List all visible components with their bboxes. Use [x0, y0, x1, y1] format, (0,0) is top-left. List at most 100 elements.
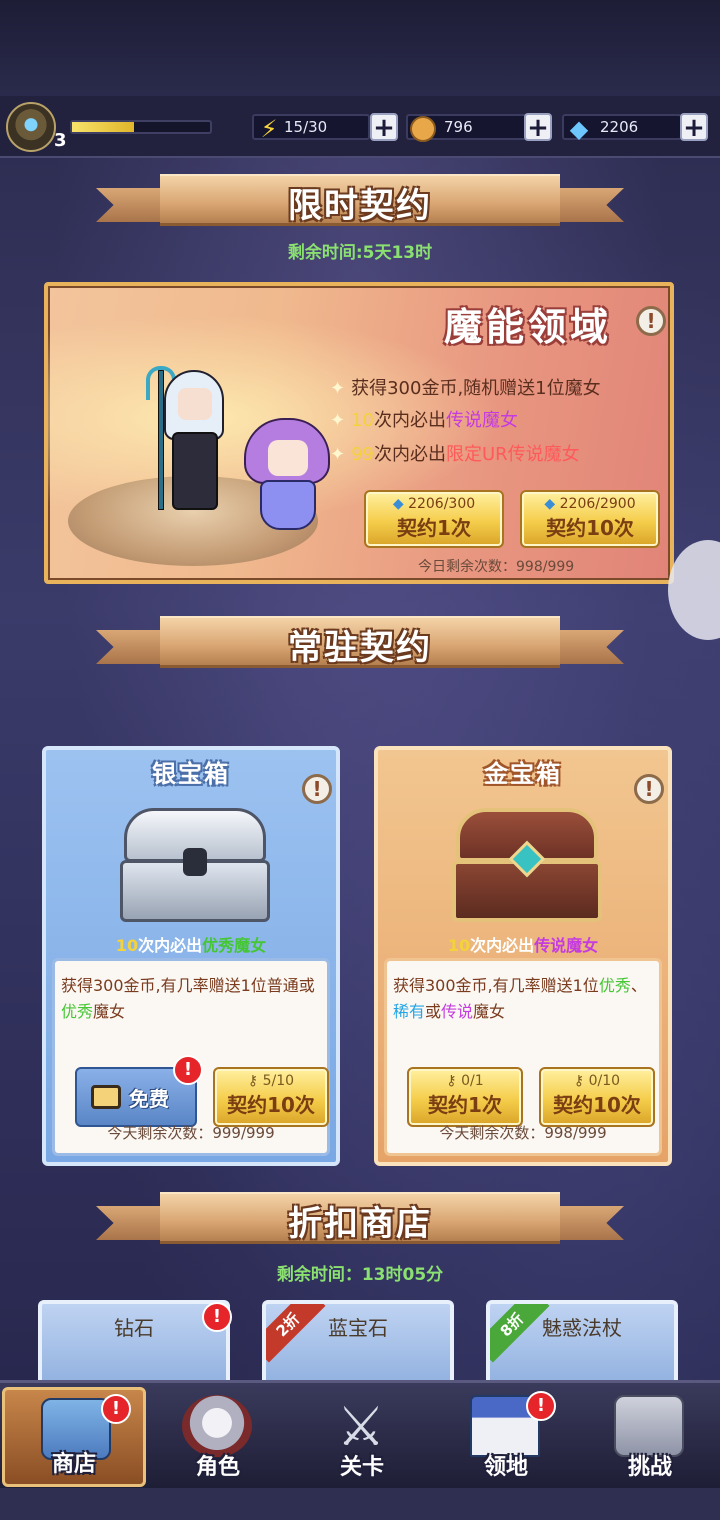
witch-portrait-purple [238, 418, 338, 530]
standing-contract-title: 常驻契约 [288, 628, 432, 668]
discount-shop-title: 折扣商店 [288, 1204, 432, 1244]
shop-item-diamond[interactable]: 钻石 [38, 1300, 230, 1382]
nav-label: 挑战 [627, 1455, 672, 1480]
level-emblem-icon[interactable] [6, 102, 56, 152]
gold-info-button[interactable]: ! [634, 774, 664, 804]
cost-text: 0/10 [588, 1073, 621, 1089]
nav-label: 领地 [483, 1455, 528, 1480]
key-icon: ⚷ [446, 1073, 457, 1089]
info-button[interactable]: ! [636, 306, 666, 336]
perk-2: ✦ 10次内必出传说魔女 [330, 406, 518, 432]
energy-text: 15/30 [284, 118, 328, 136]
add-energy-button[interactable]: + [370, 113, 398, 141]
gold-remaining-count: 今天剩余次数：998/999 [439, 1124, 607, 1142]
nav-challenge[interactable]: 挑战 [578, 1387, 720, 1487]
note-text: 次内必出 [138, 936, 203, 955]
character-icon [182, 1395, 252, 1457]
shop-item-name: 钻石 [114, 1316, 154, 1340]
nav-stage[interactable]: ⚔ 关卡 [290, 1387, 434, 1487]
bottom-navigation: ! 商店 角色 ⚔ 关卡 ! 领地 挑战 [0, 1380, 720, 1488]
shop-item-name: 魅惑法杖 [542, 1316, 622, 1340]
energy-resource: ⚡ 15/30 + [252, 113, 402, 141]
limited-remaining-count: 今日剩余次数：998/999 [418, 559, 575, 575]
free-label: 免费 [129, 1087, 169, 1111]
contract-ten-cost: ◆ 2206/2900 [522, 494, 658, 514]
diamond-resource: ◆ 2206 + [562, 113, 712, 141]
contract-once-label: 契约1次 [397, 516, 471, 540]
nav-territory[interactable]: ! 领地 [434, 1387, 578, 1487]
gold-desc-box: 获得300金币,有几率赠送1位优秀、稀有或传说魔女 ⚷ 0/1 契约1次 ⚷ 0… [384, 958, 662, 1156]
silver-contract-label: 契约10次 [227, 1093, 315, 1117]
standing-contract-ribbon: 常驻契约 [96, 616, 624, 668]
energy-value: ⚡ 15/30 [252, 114, 370, 141]
body [172, 432, 218, 510]
contract-once-cost: ◆ 2206/300 [366, 494, 502, 514]
limited-timer: 剩余时间:5天13时 [287, 243, 433, 263]
cost-text: 2206/2900 [559, 496, 636, 512]
silver-remaining-count: 今天剩余次数：999/999 [107, 1124, 275, 1142]
gold-key-cost-1: ⚷ 0/1 [409, 1071, 521, 1091]
gold-contract-ten-label: 契约10次 [553, 1093, 641, 1117]
gold-chest-icon [452, 802, 602, 926]
perk-3-highlight: 限定UR传说魔女 [446, 444, 580, 465]
silver-guarantee: 10次内必出优秀魔女 [46, 932, 336, 956]
limited-contract-title: 限时契约 [288, 186, 432, 226]
desc-a: 获得300金币,有几率赠送1位 [393, 976, 599, 995]
diamond-text: 2206 [600, 118, 639, 136]
coin-icon [408, 113, 438, 145]
desc-e: 传说 [441, 1002, 474, 1021]
alert-badge: ! [202, 1302, 232, 1332]
sparkle-icon: ✦ [330, 444, 346, 465]
silver-description: 获得300金币,有几率赠送1位普通或优秀魔女 [61, 973, 321, 1025]
desc-a: 获得300金币,有几率赠送1位普通或 [61, 976, 315, 995]
note-highlight: 优秀魔女 [202, 936, 267, 955]
silver-key-cost: ⚷ 5/10 [215, 1071, 327, 1091]
contract-ten-button[interactable]: ◆ 2206/2900 契约10次 [520, 490, 660, 548]
witch-portrait-silver [144, 366, 240, 510]
body [260, 480, 316, 530]
gold-contract-once-button[interactable]: ⚷ 0/1 契约1次 [407, 1067, 523, 1127]
shop-item-name: 蓝宝石 [328, 1316, 388, 1340]
shop-item-charm-staff[interactable]: 8折 魅惑法杖 [486, 1300, 678, 1382]
limited-contract-ribbon: 限时契约 [96, 174, 624, 226]
gold-chest-card: 金宝箱 ! 10次内必出传说魔女 获得300金币,有几率赠送1位优秀、稀有或传说… [374, 746, 672, 1166]
gold-contract-ten-button[interactable]: ⚷ 0/10 契约10次 [539, 1067, 655, 1127]
perk-2-num: 10 [351, 410, 374, 431]
alert-badge: ! [101, 1394, 131, 1424]
discount-shop-ribbon: 折扣商店 [96, 1192, 624, 1244]
desc-c: 稀有 [393, 1002, 426, 1021]
alert-badge: ! [526, 1391, 556, 1421]
perk-1: ✦ 获得300金币,随机赠送1位魔女 [330, 374, 601, 400]
silver-contract-ten-button[interactable]: ⚷ 5/10 契约10次 [213, 1067, 329, 1127]
contract-ten-label: 契约10次 [546, 516, 634, 540]
gold-guarantee: 10次内必出传说魔女 [378, 932, 668, 956]
tv-icon [91, 1085, 121, 1109]
shop-item-sapphire[interactable]: 2折 蓝宝石 [262, 1300, 454, 1382]
sparkle-icon: ✦ [330, 410, 346, 431]
silver-chest-icon [120, 802, 270, 926]
silver-info-button[interactable]: ! [302, 774, 332, 804]
add-coin-button[interactable]: + [524, 113, 552, 141]
perk-3-text: 次内必出 [374, 444, 446, 465]
silver-desc-box: 获得300金币,有几率赠送1位普通或优秀魔女 免费 ! ⚷ 5/10 契约10次… [52, 958, 330, 1156]
lightning-icon: ⚡ [260, 115, 278, 143]
exp-bar-fill [72, 122, 135, 132]
sparkle-icon: ✦ [330, 378, 346, 399]
desc-c: 魔女 [93, 1002, 126, 1021]
desc-f: 魔女 [473, 1002, 506, 1021]
gold-chest-title: 金宝箱 [484, 760, 562, 788]
status-band [0, 0, 720, 96]
nav-shop[interactable]: ! 商店 [2, 1387, 146, 1487]
coin-value: 796 [406, 114, 528, 142]
perk-3-num: 99 [351, 444, 374, 465]
player-level: 3 [54, 130, 67, 151]
diamond-icon: ◆ [544, 496, 556, 512]
gold-key-cost-10: ⚷ 0/10 [541, 1071, 653, 1091]
nav-label: 关卡 [339, 1455, 384, 1480]
key-icon: ⚷ [573, 1073, 585, 1089]
add-diamond-button[interactable]: + [680, 113, 708, 141]
note-num: 10 [447, 936, 471, 955]
gold-description: 获得300金币,有几率赠送1位优秀、稀有或传说魔女 [393, 973, 653, 1025]
contract-once-button[interactable]: ◆ 2206/300 契约1次 [364, 490, 504, 548]
nav-character[interactable]: 角色 [146, 1387, 290, 1487]
